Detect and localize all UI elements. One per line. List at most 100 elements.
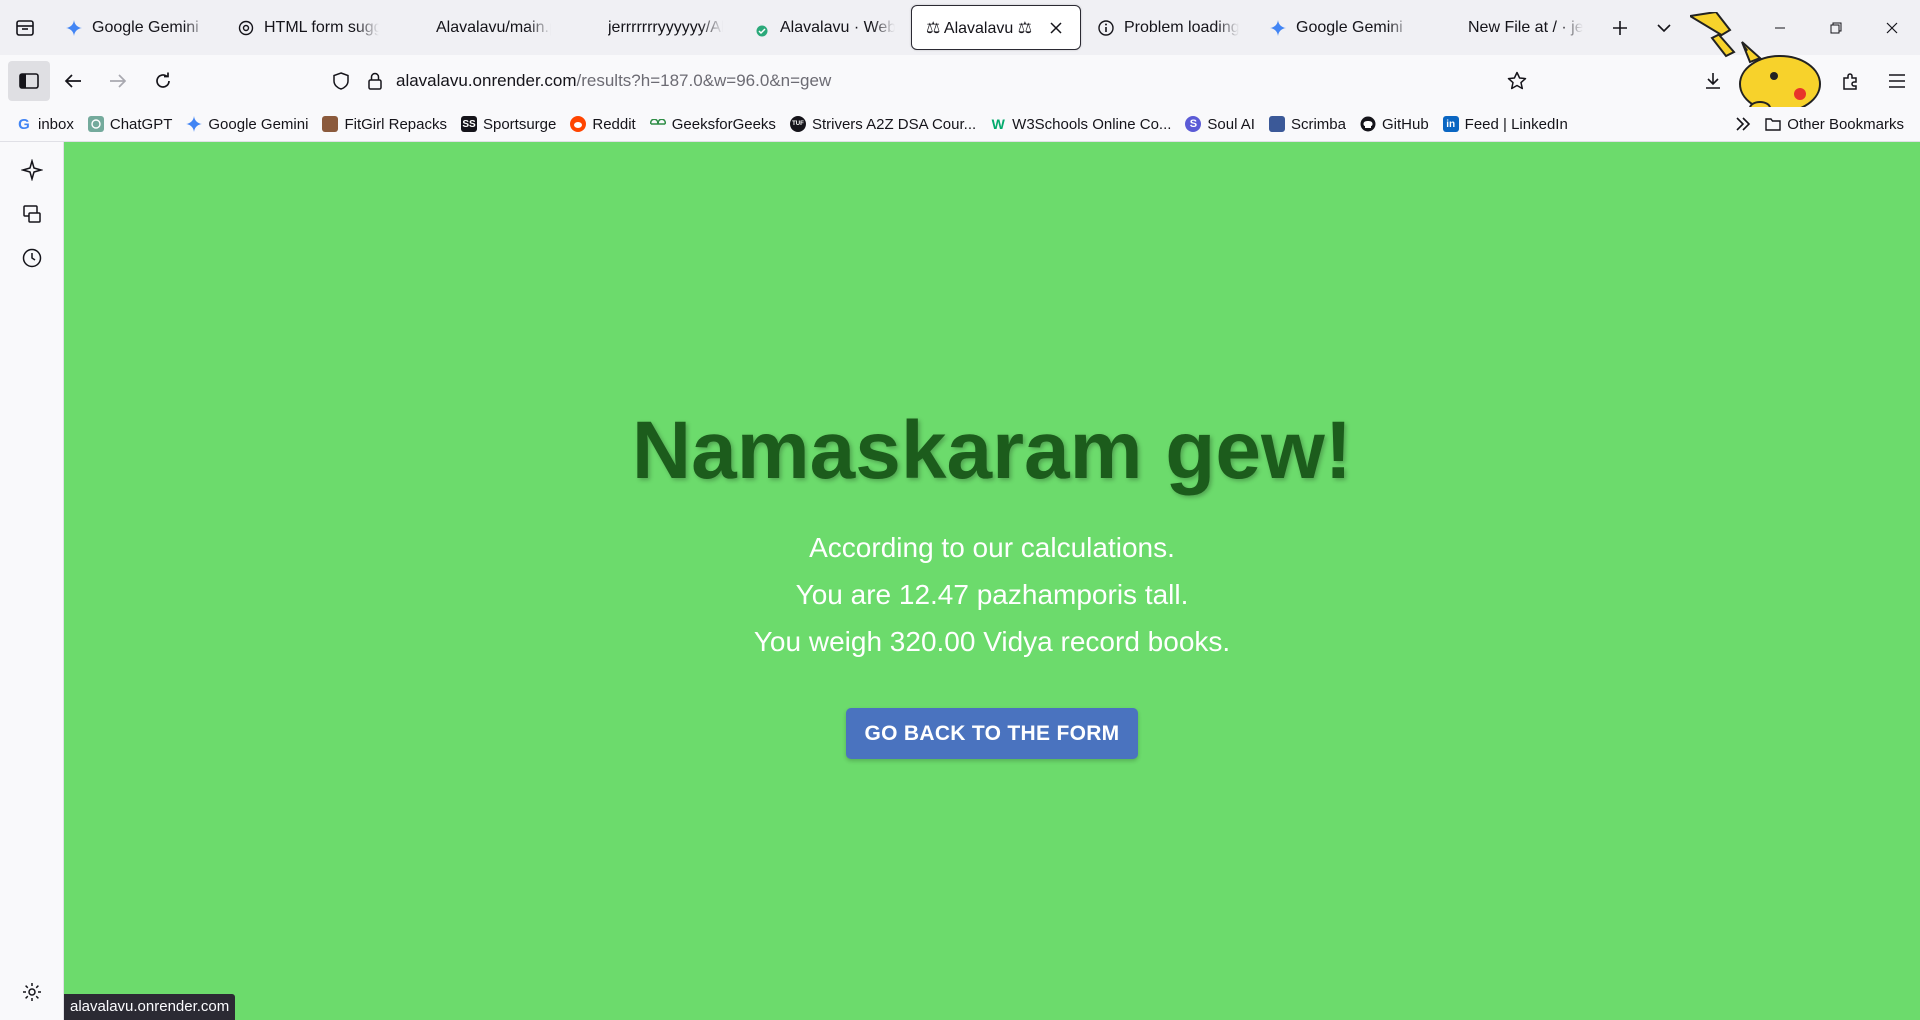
sidebar-settings-button[interactable] [18, 978, 46, 1006]
tab-html-form[interactable]: HTML form suggestions [223, 5, 393, 50]
close-tab-icon[interactable] [1046, 18, 1066, 38]
result-text: According to our calculations. You are 1… [64, 524, 1920, 665]
tab-title: New File at / · jerrrrrrryyyyyy [1468, 18, 1583, 36]
tab-title: Alavalavu · Web Service [780, 18, 895, 36]
reload-icon [156, 72, 170, 88]
tuf-icon: TUF [789, 116, 806, 132]
ai-chatbot-button[interactable] [18, 156, 46, 184]
w3schools-icon: W [991, 116, 1005, 132]
bookmark-geeksforgeeks[interactable]: GeeksforGeeks [649, 110, 776, 138]
chevron-double-right-icon[interactable] [1725, 117, 1761, 131]
synced-tabs-button[interactable] [18, 200, 46, 228]
url-host: alavalavu.onrender.com [396, 71, 577, 90]
address-bar[interactable]: alavalavu.onrender.com/results?h=187.0&w… [330, 61, 1530, 101]
bookmark-inbox[interactable]: G inbox [16, 110, 74, 138]
devices-icon [23, 205, 41, 223]
firefox-view-button[interactable] [0, 0, 50, 55]
bookmark-sportsurge[interactable]: SS Sportsurge [460, 110, 556, 138]
geeksforgeeks-icon [649, 116, 666, 132]
greeting-heading: Namaskaram gew! [631, 405, 1353, 496]
result-line-intro: According to our calculations. [809, 532, 1175, 563]
new-tab-button[interactable] [1598, 6, 1642, 50]
chevron-down-icon [1657, 23, 1671, 32]
google-icon: G [18, 115, 30, 133]
tab-title: Problem loading page [1124, 18, 1239, 36]
fitgirl-icon [322, 116, 339, 132]
github-icon [1360, 116, 1376, 132]
sidebar-toggle-button[interactable] [8, 61, 50, 101]
bookmark-soul-ai[interactable]: S Soul AI [1185, 110, 1255, 138]
info-icon [1097, 19, 1115, 37]
result-line-weight: You weigh 320.00 Vidya record books. [753, 626, 1231, 657]
tab-problem-loading[interactable]: Problem loading page [1083, 5, 1253, 50]
bookmark-fitgirl[interactable]: FitGirl Repacks [322, 110, 447, 138]
arrow-right-icon [110, 74, 127, 88]
link-status-tooltip: alavalavu.onrender.com [64, 994, 236, 1020]
clock-icon [22, 248, 42, 268]
sparkle-icon [21, 159, 43, 181]
chatgpt-icon [237, 19, 255, 37]
soulai-icon: S [1185, 116, 1202, 132]
tab-new-file[interactable]: New File at / · jerrrrrrryyyyyy [1427, 5, 1597, 50]
bookmark-scrimba[interactable]: Scrimba [1268, 110, 1346, 138]
tab-github-repo[interactable]: jerrrrrrryyyyyy/Alavalavu [567, 5, 737, 50]
bookmark-strivers[interactable]: TUF Strivers A2Z DSA Cour... [789, 110, 976, 138]
puzzle-icon [1843, 73, 1857, 90]
bookmark-google-gemini[interactable]: Google Gemini [186, 110, 308, 138]
sidebar [0, 142, 64, 1020]
tab-strip: Google Gemini HTML form suggestions Alav… [0, 0, 1920, 55]
chatgpt-icon [87, 116, 104, 132]
gear-icon [23, 983, 41, 1001]
navigation-toolbar: alavalavu.onrender.com/results?h=187.0&w… [0, 55, 1920, 107]
sidebar-icon [19, 73, 39, 89]
bookmark-w3schools[interactable]: W W3Schools Online Co... [990, 110, 1172, 138]
reload-button[interactable] [141, 61, 185, 101]
folder-icon [1765, 116, 1781, 132]
close-window-button[interactable] [1864, 0, 1920, 55]
go-back-button[interactable]: GO BACK TO THE FORM [846, 708, 1138, 759]
tab-title: Google Gemini [92, 18, 199, 36]
close-icon [1886, 22, 1898, 33]
gemini-icon [186, 116, 203, 132]
lock-icon[interactable] [366, 72, 384, 90]
bookmark-github[interactable]: GitHub [1360, 110, 1429, 138]
tab-list: Google Gemini HTML form suggestions Alav… [50, 0, 1686, 55]
list-all-tabs-button[interactable] [1642, 6, 1686, 50]
tab-title: Alavalavu/main.py [436, 18, 551, 36]
tracking-protection-icon[interactable] [330, 72, 352, 90]
plus-icon [1613, 20, 1627, 35]
forward-button[interactable] [96, 61, 140, 101]
render-check-icon [753, 19, 771, 37]
star-icon [1507, 71, 1527, 90]
arrow-left-icon [64, 74, 81, 88]
firefox-view-icon [16, 19, 34, 36]
hamburger-menu-icon [1889, 74, 1905, 88]
gemini-icon [1269, 19, 1287, 37]
bookmarks-overflow: Other Bookmarks [1725, 107, 1920, 141]
menu-button[interactable] [1874, 61, 1920, 101]
sportsurge-icon: SS [460, 116, 477, 132]
result-line-height: You are 12.47 pazhamporis tall. [795, 579, 1189, 610]
extensions-button[interactable] [1828, 61, 1874, 101]
tab-alavalavu-active[interactable]: ⚖ Alavalavu ⚖ [911, 5, 1081, 50]
scrimba-icon [1268, 116, 1285, 132]
tab-title: Google Gemini [1296, 18, 1403, 36]
tab-title: ⚖ Alavalavu ⚖ [926, 19, 1033, 37]
bookmark-reddit[interactable]: Reddit [570, 110, 636, 138]
tab-google-gemini[interactable]: Google Gemini [51, 5, 221, 50]
restore-icon [1830, 22, 1842, 33]
back-button[interactable] [51, 61, 95, 101]
tab-google-gemini-2[interactable]: Google Gemini [1255, 5, 1425, 50]
pikachu-cursor-icon [1690, 12, 1821, 115]
other-bookmarks[interactable]: Other Bookmarks [1765, 110, 1904, 138]
tab-render-service[interactable]: Alavalavu · Web Service [739, 5, 909, 50]
bookmark-linkedin[interactable]: in Feed | LinkedIn [1442, 110, 1568, 138]
bookmark-chatgpt[interactable]: ChatGPT [87, 110, 172, 138]
page-content: Namaskaram gew! According to our calcula… [64, 142, 1920, 1020]
history-button[interactable] [18, 244, 46, 272]
bookmark-star-button[interactable] [1495, 61, 1539, 101]
tab-main-py[interactable]: Alavalavu/main.py [395, 5, 565, 50]
gemini-icon [65, 19, 83, 37]
url-path: /results?h=187.0&w=96.0&n=gew [576, 71, 832, 90]
linkedin-icon: in [1442, 116, 1459, 132]
